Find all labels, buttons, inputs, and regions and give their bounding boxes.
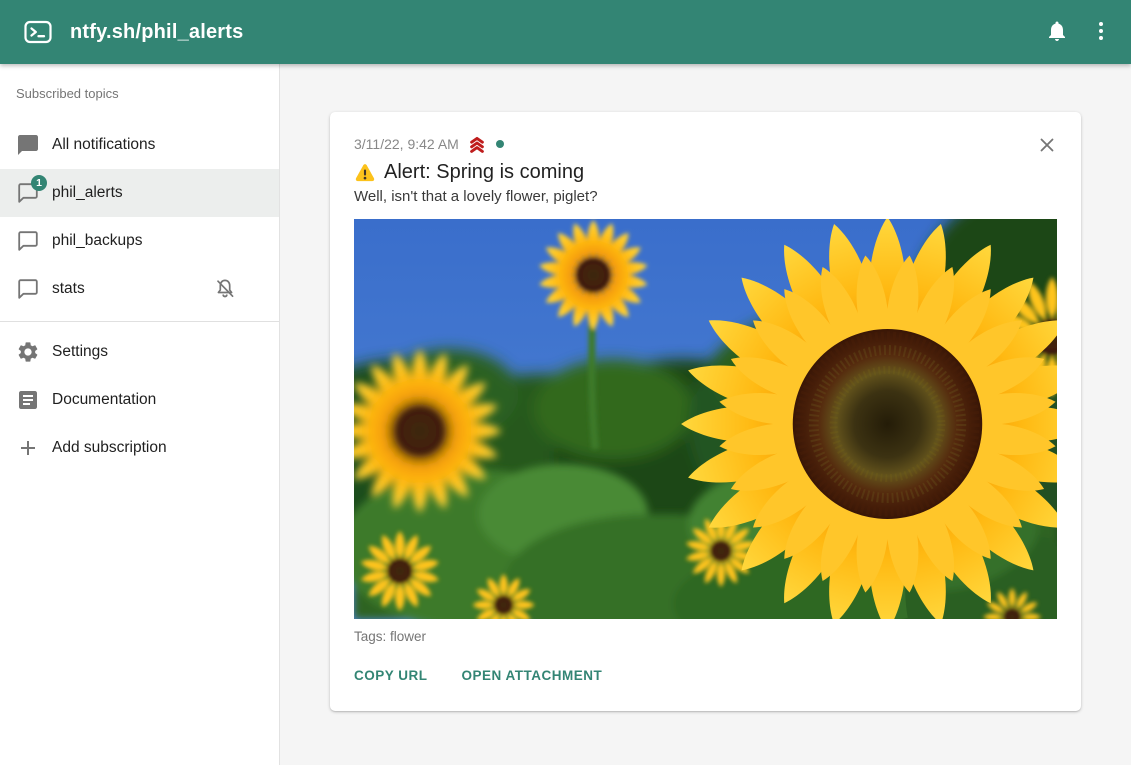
close-notification-button[interactable] xyxy=(1033,132,1061,160)
chat-bubble-outline-icon: 1 xyxy=(16,181,40,205)
plus-icon xyxy=(16,436,40,460)
green-dot-unread-indicator xyxy=(496,140,504,148)
sidebar-item-label: Add subscription xyxy=(52,439,167,457)
subscribed-topics-label: Subscribed topics xyxy=(0,64,279,121)
gear-icon xyxy=(16,340,40,364)
sidebar-item-settings[interactable]: Settings xyxy=(0,328,279,376)
sidebar-item-label: Documentation xyxy=(52,391,156,409)
attachment-image[interactable] xyxy=(354,219,1057,619)
notification-card: 3/11/22, 9:42 AM xyxy=(330,112,1081,711)
sidebar-item-label: All notifications xyxy=(52,136,155,154)
sidebar-item-label: Settings xyxy=(52,343,108,361)
chat-bubble-outline-icon xyxy=(16,277,40,301)
sidebar-item-all-notifications[interactable]: All notifications xyxy=(0,121,279,169)
tags-label: Tags: flower xyxy=(354,629,1057,644)
more-vert-icon xyxy=(1089,19,1113,46)
notification-actions: COPY URL OPEN ATTACHMENT xyxy=(354,666,1057,685)
sidebar-item-label: stats xyxy=(52,280,85,298)
timestamp: 3/11/22, 9:42 AM xyxy=(354,136,459,152)
notification-meta-row: 3/11/22, 9:42 AM xyxy=(354,134,1057,154)
sidebar-item-label: phil_alerts xyxy=(52,184,123,202)
page-title: ntfy.sh/phil_alerts xyxy=(70,21,1035,44)
unread-count-badge: 1 xyxy=(31,175,47,191)
sidebar-item-phil-backups[interactable]: phil_backups xyxy=(0,217,279,265)
sidebar-item-label: phil_backups xyxy=(52,232,142,250)
notification-title: Alert: Spring is coming xyxy=(384,161,584,184)
main-content: 3/11/22, 9:42 AM xyxy=(280,64,1131,765)
chat-bubble-outline-icon xyxy=(16,229,40,253)
chat-bubble-filled-icon xyxy=(16,133,40,157)
warning-triangle-icon xyxy=(354,162,376,184)
open-attachment-button[interactable]: OPEN ATTACHMENT xyxy=(462,666,603,685)
document-icon xyxy=(16,388,40,412)
sidebar-item-phil-alerts[interactable]: 1 phil_alerts xyxy=(0,169,279,217)
app-bar: ntfy.sh/phil_alerts xyxy=(0,0,1131,64)
notification-title-row: Alert: Spring is coming xyxy=(354,161,1057,184)
sidebar-item-add-subscription[interactable]: Add subscription xyxy=(0,424,279,472)
bell-icon xyxy=(1045,19,1069,46)
sidebar: Subscribed topics All notifications 1 ph… xyxy=(0,64,280,765)
bell-off-icon xyxy=(213,277,237,301)
close-icon xyxy=(1036,134,1058,159)
sidebar-item-stats[interactable]: stats xyxy=(0,265,279,313)
sidebar-item-documentation[interactable]: Documentation xyxy=(0,376,279,424)
priority-high-triple-chevron-icon xyxy=(467,134,487,154)
copy-url-button[interactable]: COPY URL xyxy=(354,666,428,685)
terminal-icon xyxy=(24,20,52,44)
notifications-settings-button[interactable] xyxy=(1035,10,1079,54)
overflow-menu-button[interactable] xyxy=(1079,10,1123,54)
notification-body: Well, isn't that a lovely flower, piglet… xyxy=(354,188,1057,205)
